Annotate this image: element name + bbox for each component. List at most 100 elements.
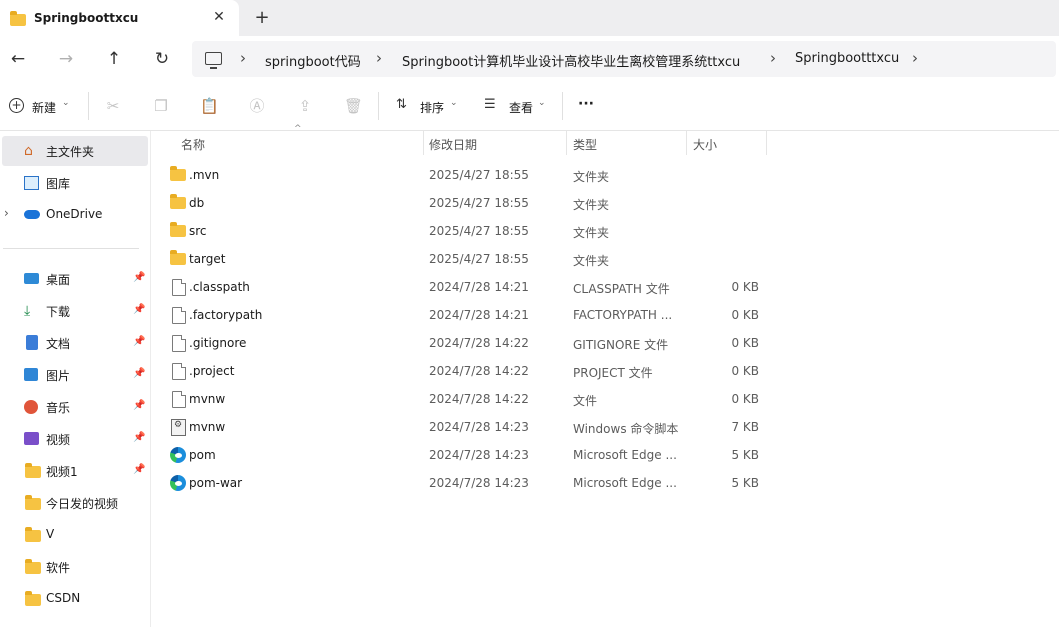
- sidebar-item-onedrive[interactable]: › OneDrive: [0, 200, 146, 230]
- sidebar-item-videos1[interactable]: 视频1 📌: [0, 456, 146, 486]
- file-name: .classpath: [189, 280, 250, 294]
- cut-icon[interactable]: ✂: [104, 97, 122, 115]
- folder-icon: [169, 166, 187, 184]
- rename-icon[interactable]: Ⓐ: [248, 97, 266, 115]
- refresh-button[interactable]: ↻: [151, 48, 173, 70]
- column-header-date[interactable]: 修改日期: [429, 136, 477, 153]
- view-button[interactable]: ☰ 查看 ⌄: [480, 92, 552, 120]
- file-name: pom-war: [189, 476, 243, 490]
- sidebar-item-documents[interactable]: 文档 📌: [0, 328, 146, 358]
- breadcrumb-springboot-code[interactable]: springboot代码: [265, 51, 361, 70]
- file-row[interactable]: .gitignore 2024/7/28 14:22 GITIGNORE 文件 …: [160, 329, 770, 357]
- file-row[interactable]: mvnw 2024/7/28 14:22 文件 0 KB: [160, 385, 770, 413]
- share-icon[interactable]: ⇪: [296, 97, 314, 115]
- file-date: 2025/4/27 18:55: [429, 168, 529, 182]
- file-name: .mvn: [189, 168, 220, 182]
- sidebar-item-software[interactable]: 软件: [0, 552, 146, 582]
- forward-button[interactable]: →: [55, 48, 77, 70]
- column-divider[interactable]: [766, 131, 767, 155]
- file-row[interactable]: .classpath 2024/7/28 14:21 CLASSPATH 文件 …: [160, 273, 770, 301]
- pin-icon[interactable]: 📌: [133, 336, 145, 347]
- file-row[interactable]: .project 2024/7/28 14:22 PROJECT 文件 0 KB: [160, 357, 770, 385]
- file-row[interactable]: .mvn 2025/4/27 18:55 文件夹: [160, 161, 770, 189]
- address-bar[interactable]: › springboot代码 › Springboot计算机毕业设计高校毕业生离…: [192, 41, 1056, 77]
- file-row[interactable]: target 2025/4/27 18:55 文件夹: [160, 245, 770, 273]
- sidebar-item-gallery[interactable]: 图库: [0, 168, 146, 198]
- pin-icon[interactable]: 📌: [133, 400, 145, 411]
- sort-button[interactable]: ⇅ 排序 ⌄: [392, 92, 464, 120]
- sidebar-item-label: 主文件夹: [46, 145, 95, 159]
- breadcrumb-current-folder[interactable]: Springbootttxcu: [795, 51, 899, 66]
- file-name: pom: [189, 448, 216, 462]
- file-row[interactable]: pom 2024/7/28 14:23 Microsoft Edge ... 5…: [160, 441, 770, 469]
- file-row[interactable]: pom-war 2024/7/28 14:23 Microsoft Edge .…: [160, 469, 770, 497]
- sidebar-item-label: 图片: [46, 369, 71, 383]
- navigation-pane: ⌂ 主文件夹 图库 › OneDrive 桌面 📌 ⤓ 下载 📌 文档 📌 图片…: [0, 131, 151, 627]
- breadcrumb-separator: ›: [770, 49, 776, 67]
- file-size: 0 KB: [731, 308, 759, 322]
- column-header-size[interactable]: 大小: [693, 136, 717, 153]
- music-icon: [24, 400, 38, 414]
- sidebar-item-videos[interactable]: 视频 📌: [0, 424, 146, 454]
- file-row[interactable]: .factorypath 2024/7/28 14:21 FACTORYPATH…: [160, 301, 770, 329]
- file-date: 2024/7/28 14:23: [429, 420, 529, 434]
- sidebar-item-label: 音乐: [46, 401, 71, 415]
- sidebar-item-downloads[interactable]: ⤓ 下载 📌: [0, 296, 146, 326]
- sidebar-item-home[interactable]: ⌂ 主文件夹: [2, 136, 148, 166]
- sidebar-item-music[interactable]: 音乐 📌: [0, 392, 146, 422]
- chevron-down-icon: ⌄: [62, 98, 70, 108]
- pin-icon[interactable]: 📌: [133, 432, 145, 443]
- file-size: 0 KB: [731, 364, 759, 378]
- sidebar-item-desktop[interactable]: 桌面 📌: [0, 264, 146, 294]
- sidebar-item-label: CSDN: [46, 591, 81, 605]
- column-divider[interactable]: [423, 131, 424, 155]
- new-button[interactable]: + 新建 ⌄: [6, 92, 76, 120]
- file-date: 2025/4/27 18:55: [429, 252, 529, 266]
- column-header-name[interactable]: 名称: [181, 136, 205, 153]
- column-divider[interactable]: [566, 131, 567, 155]
- file-icon: [169, 362, 187, 380]
- breadcrumb-separator: ›: [376, 49, 382, 67]
- sidebar-item-csdn[interactable]: CSDN: [0, 584, 146, 614]
- pin-icon[interactable]: 📌: [133, 272, 145, 283]
- folder-icon: [24, 559, 41, 575]
- up-button[interactable]: ↑: [103, 48, 125, 70]
- file-row[interactable]: mvnw 2024/7/28 14:23 Windows 命令脚本 7 KB: [160, 413, 770, 441]
- file-type: PROJECT 文件: [573, 366, 653, 380]
- column-header-type[interactable]: 类型: [573, 136, 597, 153]
- pictures-icon: [24, 368, 38, 381]
- sidebar-item-label: V: [46, 527, 55, 541]
- video-icon: [24, 432, 39, 445]
- delete-icon[interactable]: 🗑: [344, 97, 363, 115]
- breadcrumb-project-folder[interactable]: Springboot计算机毕业设计高校毕业生离校管理系统ttxcu: [402, 51, 740, 70]
- folder-icon: [24, 463, 41, 479]
- back-button[interactable]: ←: [7, 48, 29, 70]
- close-tab-icon[interactable]: ✕: [210, 8, 228, 26]
- file-row[interactable]: src 2025/4/27 18:55 文件夹: [160, 217, 770, 245]
- chevron-right-icon[interactable]: ›: [4, 206, 9, 220]
- sidebar-item-today-videos[interactable]: 今日发的视频: [0, 488, 146, 518]
- pin-icon[interactable]: 📌: [133, 304, 145, 315]
- column-divider[interactable]: [686, 131, 687, 155]
- sidebar-item-label: 下载: [46, 305, 71, 319]
- new-tab-button[interactable]: +: [252, 8, 272, 28]
- sidebar-item-label: 视频: [46, 433, 71, 447]
- file-date: 2024/7/28 14:23: [429, 476, 529, 490]
- file-size: 5 KB: [731, 448, 759, 462]
- sidebar-item-pictures[interactable]: 图片 📌: [0, 360, 146, 390]
- toolbar-divider: [378, 92, 379, 120]
- pin-icon[interactable]: 📌: [133, 368, 145, 379]
- paste-icon[interactable]: 📋: [200, 97, 219, 115]
- edge-icon: [169, 474, 187, 492]
- navigation-row: ← → ↑ ↻ › springboot代码 › Springboot计算机毕业…: [0, 36, 1059, 82]
- active-tab[interactable]: Springboottxcu ✕: [0, 0, 239, 36]
- file-type: 文件夹: [573, 254, 610, 268]
- edge-icon: [169, 446, 187, 464]
- folder-icon: [9, 10, 27, 26]
- copy-icon[interactable]: ❐: [152, 97, 170, 115]
- file-row[interactable]: db 2025/4/27 18:55 文件夹: [160, 189, 770, 217]
- more-options-button[interactable]: ···: [578, 96, 594, 112]
- pin-icon[interactable]: 📌: [133, 464, 145, 475]
- breadcrumb-separator: ›: [240, 49, 246, 67]
- sidebar-item-v[interactable]: V: [0, 520, 146, 550]
